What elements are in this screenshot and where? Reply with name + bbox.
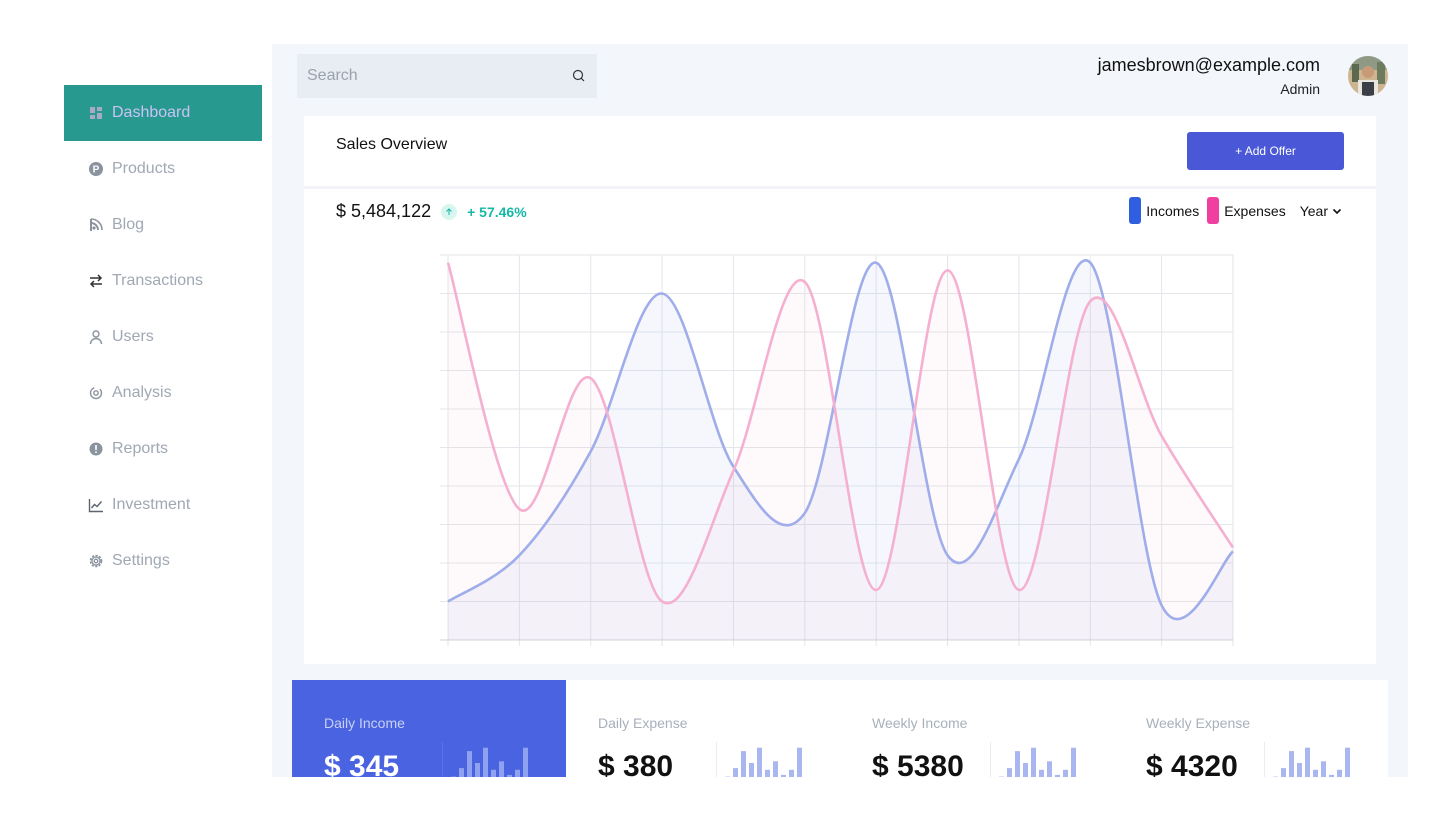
sparkline-bar xyxy=(1015,751,1020,777)
sparkline-bar xyxy=(475,763,480,777)
stat-value: $ 345 xyxy=(324,750,400,777)
sidebar-item-blog[interactable]: Blog xyxy=(64,197,262,253)
sparkline-bar xyxy=(1305,747,1310,777)
main-panel: jamesbrown@example.com Admin Sales Overv… xyxy=(272,44,1408,777)
stat-label: Weekly Income xyxy=(872,715,968,731)
sparkline-bar xyxy=(491,769,496,777)
sparkline-bar xyxy=(1055,774,1060,777)
stat-sparkline xyxy=(990,742,1076,777)
sidebar-item-label: Investment xyxy=(112,496,191,513)
stat-sparkline xyxy=(716,742,802,777)
sales-overview-card: Sales Overview + Add Offer $ 5,484,122 +… xyxy=(304,116,1376,664)
sidebar-item-settings[interactable]: Settings xyxy=(64,533,262,589)
sidebar: Dashboard P Products Blog Transactions U… xyxy=(64,85,262,589)
sparkline-bar xyxy=(499,761,504,777)
user-icon xyxy=(88,329,104,345)
sparkline-bar xyxy=(765,769,770,777)
dashboard-icon xyxy=(88,105,104,121)
sparkline-bar xyxy=(467,751,472,777)
search-icon[interactable] xyxy=(571,68,587,84)
sparkline-bar xyxy=(1313,769,1318,777)
stat-label: Weekly Expense xyxy=(1146,715,1251,731)
sparkline-bar xyxy=(1007,768,1012,777)
sparkline-bar xyxy=(1297,763,1302,777)
sparkline-bar xyxy=(1345,747,1350,777)
sidebar-item-reports[interactable]: Reports xyxy=(64,421,262,477)
search-box xyxy=(297,54,597,98)
sparkline-bar xyxy=(483,747,488,777)
sparkline-bar xyxy=(507,774,512,777)
search-input[interactable] xyxy=(307,67,571,85)
sparkline-bar xyxy=(757,747,762,777)
sparkline-bar xyxy=(789,769,794,777)
products-icon: P xyxy=(88,161,104,177)
sidebar-item-users[interactable]: Users xyxy=(64,309,262,365)
sidebar-item-label: Products xyxy=(112,160,176,177)
sidebar-item-label: Users xyxy=(112,328,154,345)
sparkline-bar xyxy=(1289,751,1294,777)
sparkline-bar xyxy=(1039,769,1044,777)
stat-daily-expense[interactable]: Daily Expense $ 380 xyxy=(566,680,840,777)
reports-icon xyxy=(88,441,104,457)
sparkline-bar xyxy=(1329,774,1334,777)
sparkline-bar xyxy=(797,747,802,777)
sidebar-item-label: Analysis xyxy=(112,384,172,401)
stat-label: Daily Income xyxy=(324,715,405,731)
sidebar-item-transactions[interactable]: Transactions xyxy=(64,253,262,309)
stat-sparkline xyxy=(1264,742,1350,777)
sales-chart xyxy=(440,254,1235,646)
stat-label: Daily Expense xyxy=(598,715,688,731)
stat-value: $ 5380 xyxy=(872,750,964,777)
sparkline-bar xyxy=(781,774,786,777)
sparkline-bar xyxy=(1047,761,1052,777)
gear-icon xyxy=(88,553,104,569)
sparkline-bar xyxy=(515,769,520,777)
sidebar-item-label: Blog xyxy=(112,216,145,233)
sidebar-item-label: Dashboard xyxy=(112,104,191,121)
stat-weekly-income[interactable]: Weekly Income $ 5380 xyxy=(840,680,1114,777)
sparkline-bar xyxy=(1321,761,1326,777)
svg-text:P: P xyxy=(93,165,100,176)
sparkline-bar xyxy=(733,768,738,777)
sidebar-item-analysis[interactable]: Analysis xyxy=(64,365,262,421)
sparkline-bar xyxy=(523,747,528,777)
sidebar-item-label: Settings xyxy=(112,552,170,569)
investment-icon xyxy=(88,497,104,513)
sidebar-item-products[interactable]: P Products xyxy=(64,141,262,197)
stats-row: Daily Income $ 345 Daily Expense $ 380 W… xyxy=(292,680,1388,777)
avatar[interactable] xyxy=(1348,56,1388,96)
sidebar-item-investment[interactable]: Investment xyxy=(64,477,262,533)
stat-value: $ 4320 xyxy=(1146,750,1238,777)
stat-sparkline xyxy=(442,742,528,777)
sparkline-bar xyxy=(459,768,464,777)
sparkline-bar xyxy=(749,763,754,777)
sparkline-bar xyxy=(1063,769,1068,777)
sparkline-bar xyxy=(1071,747,1076,777)
sparkline-bar xyxy=(1031,747,1036,777)
stat-weekly-expense[interactable]: Weekly Expense $ 4320 xyxy=(1114,680,1388,777)
blog-icon xyxy=(88,217,104,233)
user-info[interactable]: jamesbrown@example.com Admin xyxy=(1098,55,1320,97)
sparkline-bar xyxy=(773,761,778,777)
stat-value: $ 380 xyxy=(598,750,674,777)
sidebar-item-label: Transactions xyxy=(112,272,203,289)
sparkline-bar xyxy=(1281,768,1286,777)
user-role: Admin xyxy=(1280,81,1320,97)
transactions-icon xyxy=(88,273,104,289)
user-email: jamesbrown@example.com xyxy=(1097,55,1320,75)
analysis-icon xyxy=(88,385,104,401)
sidebar-item-label: Reports xyxy=(112,440,169,457)
sparkline-bar xyxy=(741,751,746,777)
sparkline-bar xyxy=(1337,769,1342,777)
sidebar-item-dashboard[interactable]: Dashboard xyxy=(64,85,262,141)
sparkline-bar xyxy=(1023,763,1028,777)
stat-daily-income[interactable]: Daily Income $ 345 xyxy=(292,680,566,777)
